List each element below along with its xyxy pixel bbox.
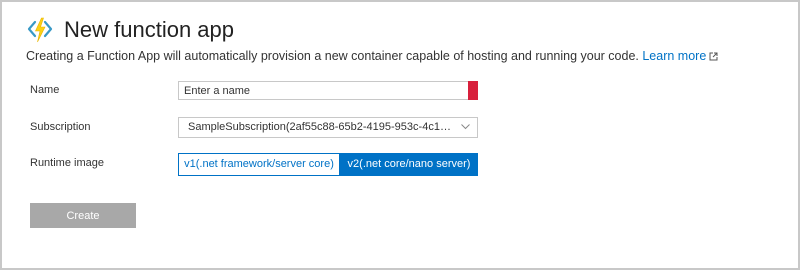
chevron-down-icon — [461, 124, 470, 130]
header: New function app — [26, 12, 234, 48]
name-input[interactable] — [178, 81, 478, 100]
learn-more-link[interactable]: Learn more — [642, 49, 718, 63]
subscription-dropdown[interactable]: SampleSubscription(2af55c88-65b2-4195-95… — [178, 117, 478, 138]
function-app-panel: New function app Creating a Function App… — [0, 0, 800, 270]
create-button[interactable]: Create — [30, 203, 136, 228]
description-text: Creating a Function App will automatical… — [26, 49, 639, 63]
subscription-value: SampleSubscription(2af55c88-65b2-4195-95… — [188, 121, 456, 133]
external-link-icon — [709, 52, 718, 61]
learn-more-label: Learn more — [642, 49, 707, 63]
runtime-option-v1[interactable]: v1(.net framework/server core) — [178, 153, 340, 176]
page-description: Creating a Function App will automatical… — [26, 49, 718, 63]
runtime-option-v2[interactable]: v2(.net core/nano server) — [340, 153, 478, 176]
name-label: Name — [30, 84, 60, 96]
page-title: New function app — [64, 17, 234, 42]
azure-functions-bolt-icon — [27, 17, 53, 43]
runtime-image-label: Runtime image — [30, 157, 104, 169]
subscription-label: Subscription — [30, 121, 91, 133]
validation-error-indicator — [468, 81, 478, 100]
